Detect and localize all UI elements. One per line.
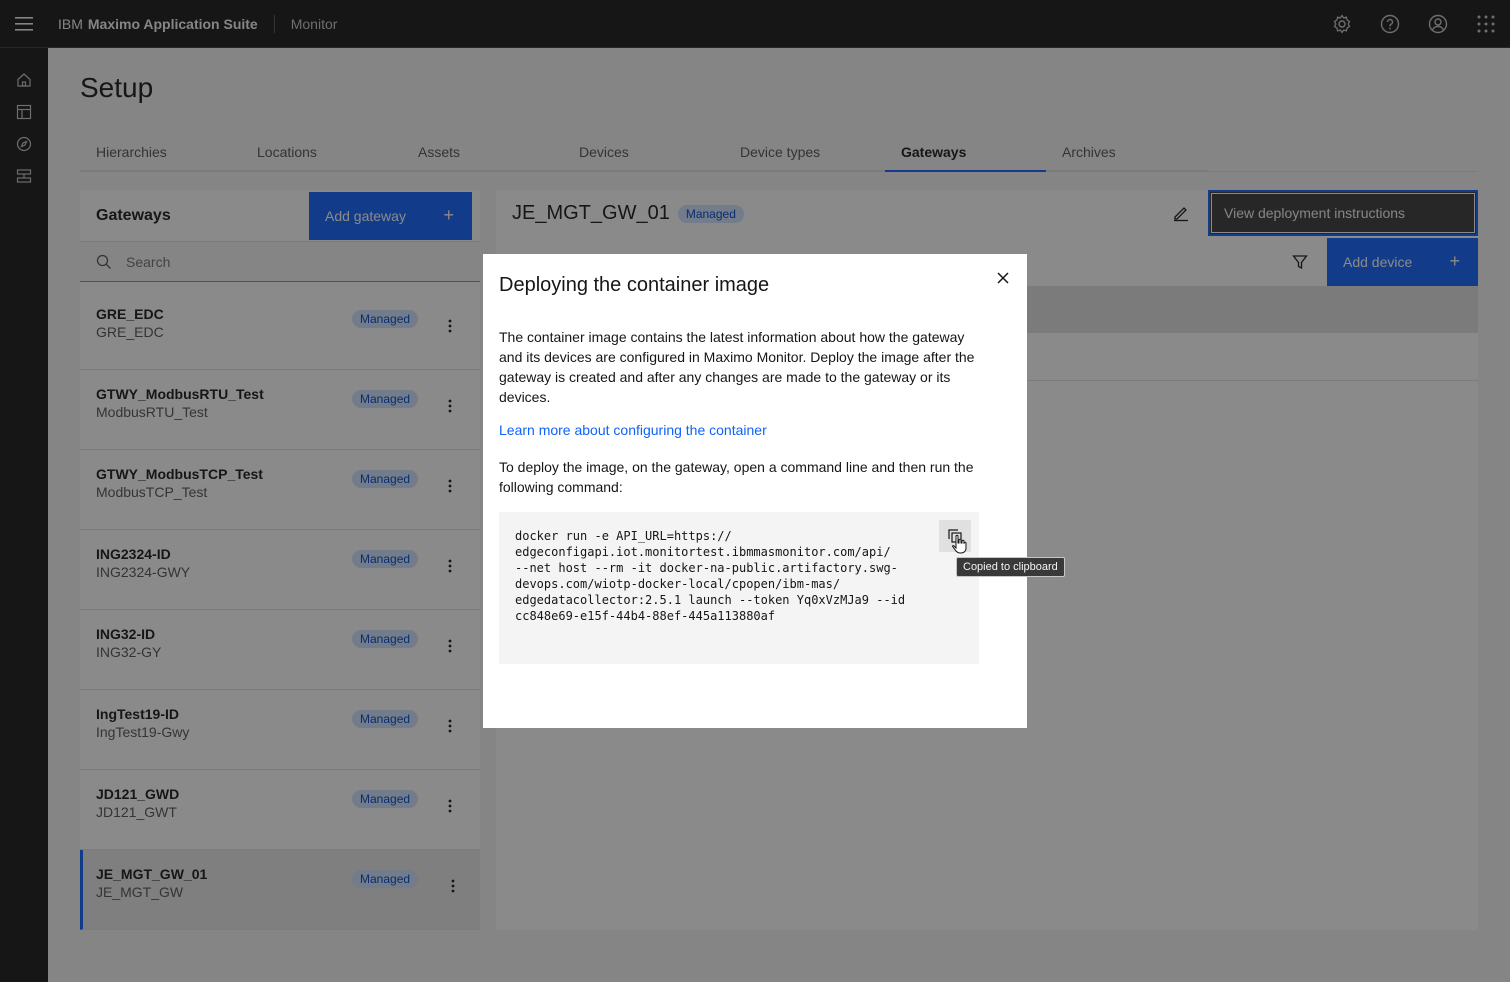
modal-instruction: To deploy the image, on the gateway, ope… — [499, 459, 974, 495]
copied-tooltip: Copied to clipboard — [956, 557, 1065, 577]
modal-title: Deploying the container image — [499, 274, 770, 296]
learn-more-link[interactable]: Learn more about configuring the contain… — [499, 422, 767, 438]
deploy-modal: Deploying the container image The contai… — [483, 254, 1027, 728]
code-snippet: docker run -e API_URL=https:// edgeconfi… — [499, 512, 979, 664]
pointer-cursor-icon — [951, 534, 967, 554]
close-icon[interactable] — [991, 266, 1015, 290]
docker-command: docker run -e API_URL=https:// edgeconfi… — [515, 529, 906, 623]
modal-description: The container image contains the latest … — [499, 329, 975, 405]
